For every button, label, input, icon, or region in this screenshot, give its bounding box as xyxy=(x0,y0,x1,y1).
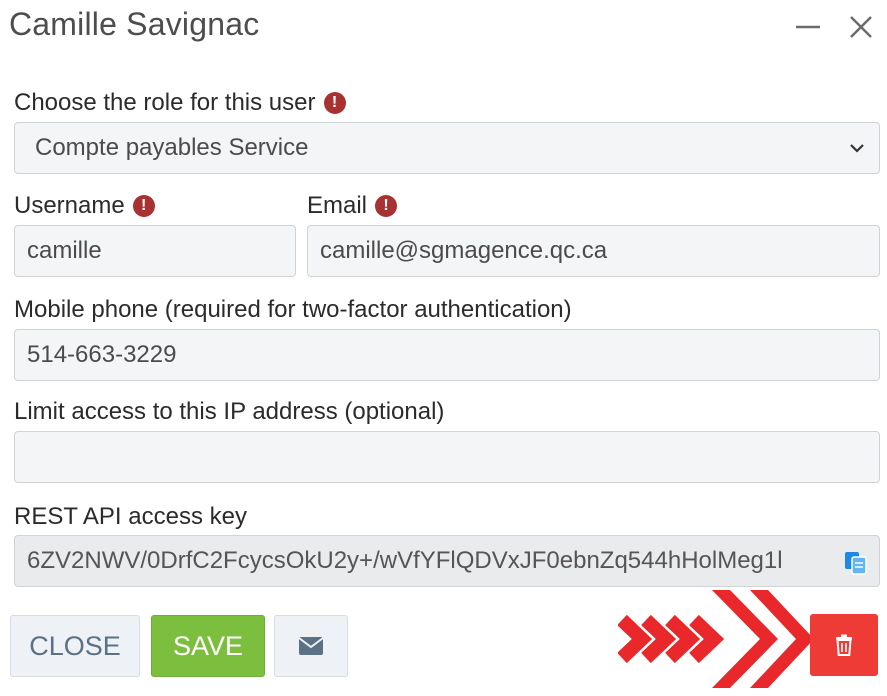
trash-icon xyxy=(836,634,852,656)
ip-address-field[interactable] xyxy=(14,431,880,483)
email-value: camille@sgmagence.qc.ca xyxy=(320,237,608,264)
required-icon: ! xyxy=(132,195,155,217)
email-field[interactable]: camille@sgmagence.qc.ca xyxy=(307,225,880,277)
role-select[interactable]: Compte payables Service xyxy=(14,122,880,174)
username-label: Username ! xyxy=(14,192,155,220)
required-icon: ! xyxy=(323,92,346,114)
ip-label: Limit access to this IP address (optiona… xyxy=(14,398,445,425)
username-label-text: Username xyxy=(14,192,125,219)
minimize-icon[interactable] xyxy=(793,12,823,42)
mobile-value: 514-663-3229 xyxy=(27,341,177,368)
api-key-field[interactable]: 6ZV2NWV/0DrfC2FcycsOkU2y+/wVfYFlQDVxJF0e… xyxy=(14,535,880,587)
api-key-label: REST API access key xyxy=(14,503,247,530)
close-icon[interactable] xyxy=(846,12,876,42)
copy-icon[interactable] xyxy=(843,550,869,576)
email-label: Email ! xyxy=(307,192,398,220)
mobile-phone-field[interactable]: 514-663-3229 xyxy=(14,329,880,381)
role-label-text: Choose the role for this user xyxy=(14,89,316,116)
required-icon: ! xyxy=(375,195,398,217)
role-label: Choose the role for this user ! xyxy=(14,89,346,117)
pointing-arrows-icon xyxy=(618,590,814,688)
save-button[interactable]: SAVE xyxy=(151,615,265,677)
envelope-icon xyxy=(298,637,324,655)
username-value: camille xyxy=(27,237,102,264)
username-field[interactable]: camille xyxy=(14,225,296,277)
delete-button[interactable] xyxy=(810,614,878,676)
dialog-title: Camille Savignac xyxy=(9,6,260,42)
close-button[interactable]: CLOSE xyxy=(10,615,140,677)
mobile-label: Mobile phone (required for two-factor au… xyxy=(14,296,572,323)
role-select-value: Compte payables Service xyxy=(35,134,309,161)
chevron-down-icon xyxy=(850,144,864,153)
email-label-text: Email xyxy=(307,192,368,219)
api-key-value: 6ZV2NWV/0DrfC2FcycsOkU2y+/wVfYFlQDVxJF0e… xyxy=(27,547,783,574)
email-button[interactable] xyxy=(274,615,348,677)
